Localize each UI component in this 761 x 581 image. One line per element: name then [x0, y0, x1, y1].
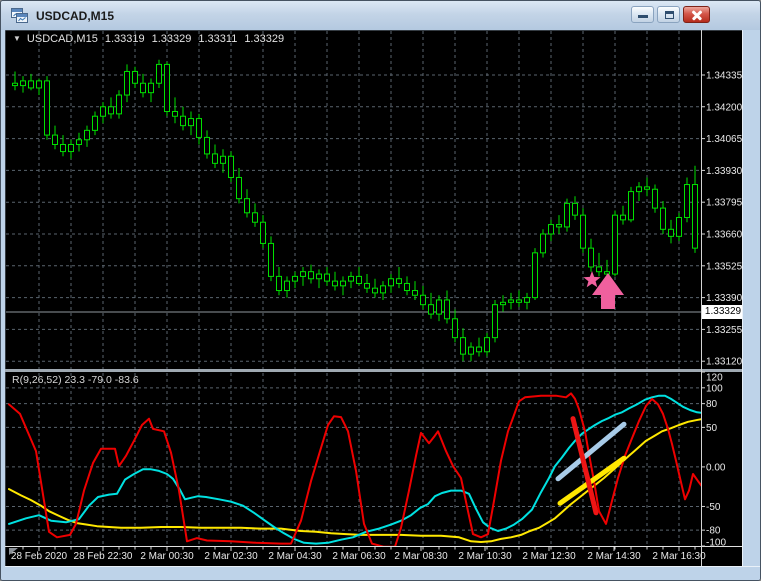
header-symbol: USDCAD,M15	[26, 33, 98, 45]
svg-text:120: 120	[706, 373, 723, 384]
svg-text:-50: -50	[706, 502, 721, 513]
header-low: 1.33311	[198, 33, 238, 45]
svg-text:2 Mar 16:30: 2 Mar 16:30	[652, 551, 706, 562]
svg-text:1.33390: 1.33390	[706, 293, 743, 304]
svg-text:2 Mar 12:30: 2 Mar 12:30	[522, 551, 576, 562]
indicator-label: R(9,26,52) 23.3 -79.0 -83.6	[12, 374, 139, 386]
svg-text:100: 100	[706, 383, 723, 394]
close-icon	[691, 9, 703, 21]
svg-text:2 Mar 14:30: 2 Mar 14:30	[587, 551, 641, 562]
restore-icon	[665, 11, 674, 19]
chart-canvas[interactable]: 1.34335 1.34200 1.34065 1.33930 1.33795 1.336…	[1, 1, 761, 581]
window-frame-bottom	[1, 566, 760, 580]
chart-window-icon	[11, 8, 28, 23]
svg-text:1.33525: 1.33525	[706, 261, 743, 272]
svg-text:1.33120: 1.33120	[706, 357, 743, 368]
ohlc-header: ▼ USDCAD,M15 1.33319 1.33329 1.33311 1.33329	[13, 33, 291, 45]
header-close: 1.33329	[244, 33, 285, 45]
svg-text:1.33930: 1.33930	[706, 166, 743, 177]
close-button[interactable]	[683, 6, 710, 23]
svg-text:2 Mar 08:30: 2 Mar 08:30	[394, 551, 448, 562]
svg-text:1.33660: 1.33660	[706, 230, 743, 241]
window-frame-left	[1, 30, 5, 580]
svg-text:1.33795: 1.33795	[706, 198, 743, 209]
svg-text:1.34200: 1.34200	[706, 102, 743, 113]
svg-text:1.34335: 1.34335	[706, 71, 743, 82]
chevron-down-icon[interactable]: ▼	[13, 34, 21, 43]
header-open: 1.33319	[104, 33, 145, 45]
svg-text:2 Mar 06:30: 2 Mar 06:30	[332, 551, 386, 562]
chart-window: 1.34335 1.34200 1.34065 1.33930 1.33795 1.336…	[0, 0, 761, 581]
svg-text:0.00: 0.00	[706, 462, 726, 473]
svg-text:28 Feb 2020: 28 Feb 2020	[11, 551, 68, 562]
svg-text:-100: -100	[706, 538, 726, 549]
svg-text:1.33255: 1.33255	[706, 325, 743, 336]
title-bar[interactable]: USDCAD,M15	[1, 1, 760, 30]
minimize-icon	[638, 15, 648, 18]
window-controls	[631, 6, 710, 23]
svg-text:80: 80	[706, 399, 718, 410]
svg-text:1.34065: 1.34065	[706, 134, 743, 145]
header-high: 1.33329	[151, 33, 192, 45]
svg-text:28 Feb 22:30: 28 Feb 22:30	[74, 551, 133, 562]
minimize-button[interactable]	[631, 6, 654, 23]
svg-text:-80: -80	[706, 526, 721, 537]
svg-text:50: 50	[706, 423, 718, 434]
svg-text:2 Mar 02:30: 2 Mar 02:30	[204, 551, 258, 562]
current-price-box: 1.33329	[702, 305, 744, 319]
window-title: USDCAD,M15	[36, 8, 115, 23]
restore-button[interactable]	[657, 6, 680, 23]
window-frame-right	[742, 30, 760, 580]
svg-text:2 Mar 10:30: 2 Mar 10:30	[458, 551, 512, 562]
svg-text:2 Mar 04:30: 2 Mar 04:30	[268, 551, 322, 562]
svg-text:2 Mar 00:30: 2 Mar 00:30	[140, 551, 194, 562]
